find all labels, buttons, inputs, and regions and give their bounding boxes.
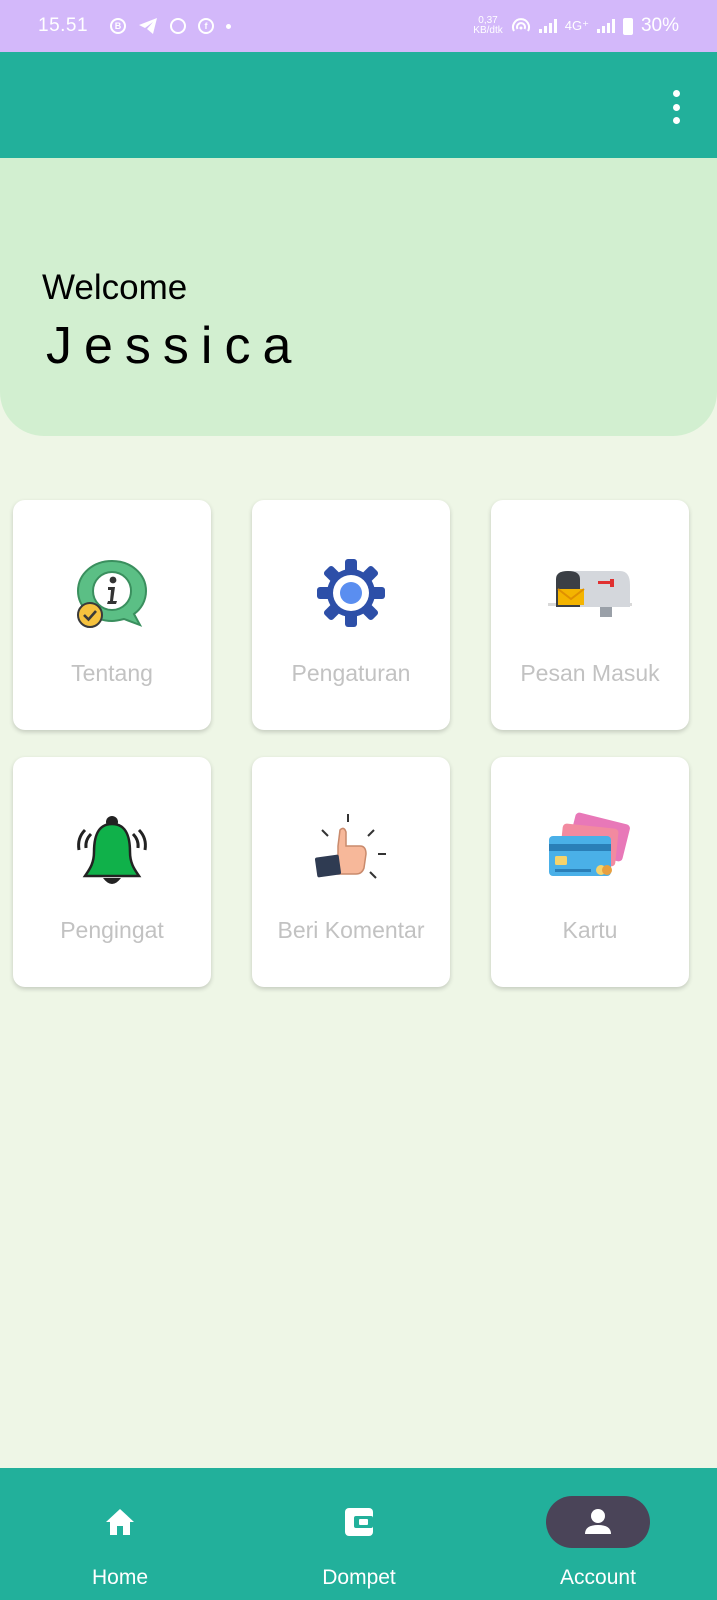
- card-label: Pesan Masuk: [520, 660, 660, 686]
- more-notifications-icon: [226, 23, 232, 29]
- nav-home[interactable]: Home: [40, 1488, 200, 1589]
- battery-percent: 30%: [640, 15, 679, 36]
- welcome-greeting: Welcome: [42, 268, 188, 307]
- nav-account[interactable]: Account: [518, 1488, 678, 1589]
- card-label: Beri Komentar: [277, 917, 425, 943]
- bell-ringing-icon: [67, 809, 157, 891]
- network-speed-unit: KB/dtk: [473, 25, 503, 36]
- status-bar: 15.51 B f 0,37 KB/dtk 4G⁺ 30%: [0, 0, 717, 52]
- signal-icon-2: [596, 19, 615, 33]
- status-right: 0,37 KB/dtk 4G⁺ 30%: [473, 15, 679, 37]
- hotspot-icon: [511, 18, 530, 32]
- more-vert-icon[interactable]: [661, 90, 691, 124]
- card-label: Pengingat: [60, 917, 164, 943]
- app-icon: [170, 18, 187, 34]
- network-speed: 0,37 KB/dtk: [473, 16, 502, 36]
- card-pengaturan[interactable]: Pengaturan: [252, 500, 450, 730]
- nav-label: Dompet: [322, 1566, 396, 1589]
- wallet-icon: [307, 1496, 411, 1548]
- network-type: 4G⁺: [564, 18, 589, 33]
- signal-icon: [538, 19, 557, 33]
- card-pengingat[interactable]: Pengingat: [13, 757, 211, 987]
- nav-dompet[interactable]: Dompet: [279, 1488, 439, 1589]
- b-app-icon: B: [110, 18, 127, 34]
- nav-label: Home: [91, 1566, 149, 1589]
- status-time: 15.51: [38, 15, 89, 36]
- card-label: Tentang: [71, 660, 153, 686]
- person-icon: [546, 1496, 650, 1548]
- battery-icon: [622, 17, 633, 35]
- gear-icon: [306, 552, 396, 634]
- telegram-icon: [139, 18, 158, 34]
- welcome-banner: Welcome Jessica: [0, 158, 717, 436]
- app-bar: [0, 52, 717, 158]
- card-label: Pengaturan: [291, 660, 411, 686]
- notification-icons: B f: [110, 17, 232, 35]
- card-label: Kartu: [562, 917, 618, 943]
- thumbs-up-icon: [306, 809, 396, 891]
- home-icon: [68, 1496, 172, 1548]
- bottom-navigation: Home Dompet Account: [0, 1468, 717, 1600]
- card-tentang[interactable]: Tentang: [13, 500, 211, 730]
- mailbox-icon: [545, 552, 635, 634]
- welcome-name: Jessica: [46, 317, 304, 375]
- nav-label: Account: [560, 1566, 636, 1589]
- card-pesan-masuk[interactable]: Pesan Masuk: [491, 500, 689, 730]
- facebook-icon: f: [198, 18, 215, 34]
- credit-card-icon: [545, 809, 635, 891]
- card-kartu[interactable]: Kartu: [491, 757, 689, 987]
- info-bubble-icon: [67, 552, 157, 634]
- card-beri-komentar[interactable]: Beri Komentar: [252, 757, 450, 987]
